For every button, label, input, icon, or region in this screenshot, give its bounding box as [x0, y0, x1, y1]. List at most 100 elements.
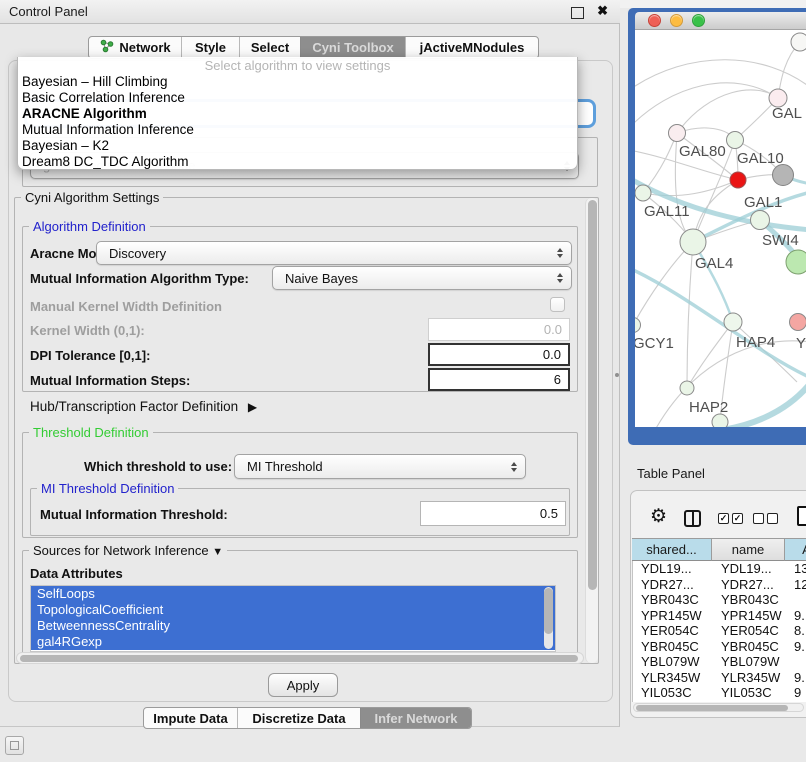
control-panel-title: Control Panel	[0, 4, 88, 19]
table-row[interactable]: YDR27...YDR27...12	[633, 577, 806, 593]
table-row[interactable]: YIL053CYIL053C9	[633, 685, 806, 701]
column-header-2[interactable]: name	[712, 538, 785, 561]
tab-label: jActiveMNodules	[420, 40, 525, 55]
table-row[interactable]: YBL079WYBL079W	[633, 654, 806, 670]
table-cell: YDL19...	[713, 561, 786, 577]
apply-button[interactable]: Apply	[268, 673, 338, 697]
algorithm-option[interactable]: Dream8 DC_TDC Algorithm	[18, 154, 577, 170]
table-horizontal-scrollbar[interactable]	[633, 703, 804, 712]
network-node-gal4[interactable]	[680, 229, 706, 255]
tab-network[interactable]: Network	[89, 37, 181, 58]
mi-steps-value: 6	[554, 372, 561, 387]
hub-section-toggle[interactable]: Hub/Transcription Factor Definition ▶	[30, 399, 257, 414]
network-node-gcy1[interactable]	[635, 318, 641, 333]
table-row[interactable]: YBR045CYBR045C9.	[633, 639, 806, 655]
tab-infer-network[interactable]: Infer Network	[360, 708, 471, 728]
network-window-titlebar[interactable]	[635, 12, 806, 30]
table-cell: YBR043C	[713, 592, 786, 608]
network-node-hap4[interactable]	[724, 313, 742, 331]
tab-label: Style	[195, 40, 226, 55]
restore-panel-button[interactable]	[5, 736, 24, 755]
aracne-mode-select[interactable]: Discovery	[96, 241, 572, 265]
table-cell: YER054C	[633, 623, 713, 639]
attribute-list-item[interactable]: SelfLoops	[31, 586, 555, 602]
column-header-3[interactable]: A	[785, 538, 806, 561]
network-node-gal1[interactable]	[730, 172, 746, 188]
network-node-label: GAL	[772, 105, 802, 122]
unselect-all-icon[interactable]	[753, 513, 778, 524]
table-row[interactable]: YDL19...YDL19...13	[633, 561, 806, 577]
attribute-list-item[interactable]: gal4RGexp	[31, 634, 555, 650]
network-node-gal80[interactable]	[669, 125, 686, 142]
attributes-list-scrollbar[interactable]	[544, 587, 553, 649]
network-node-gal10[interactable]	[727, 132, 744, 149]
table-row[interactable]: YER054CYER054C8.	[633, 623, 806, 639]
kernel-width-field[interactable]: 0.0	[428, 318, 570, 341]
mi-steps-label: Mutual Information Steps:	[30, 373, 190, 388]
expanded-arrow-icon: ▼	[212, 546, 223, 558]
table-cell: 12	[786, 577, 806, 593]
algorithm-option[interactable]: ARACNE Algorithm	[18, 106, 577, 122]
tab-cyni-toolbox[interactable]: Cyni Toolbox	[300, 37, 405, 58]
network-node-hap2[interactable]	[680, 381, 694, 395]
algorithm-option[interactable]: Bayesian – K2	[18, 138, 577, 154]
network-node[interactable]	[712, 414, 728, 427]
network-node[interactable]	[773, 165, 794, 186]
panel-divider-handle[interactable]	[615, 373, 619, 377]
network-node-y[interactable]	[790, 314, 806, 331]
network-edge	[643, 133, 677, 193]
attribute-list-item[interactable]: BetweennessCentrality	[31, 618, 555, 634]
attribute-list-item[interactable]: TopologicalCoefficient	[31, 602, 555, 618]
tab-discretize-data[interactable]: Discretize Data	[237, 708, 360, 728]
tab-select[interactable]: Select	[239, 37, 300, 58]
network-edge	[635, 242, 693, 325]
table-cell: YIL053C	[713, 685, 786, 701]
dpi-tolerance-field[interactable]: 0.0	[428, 343, 570, 366]
network-node[interactable]	[786, 250, 806, 274]
minimize-yellow-icon[interactable]	[670, 14, 683, 27]
mi-steps-field[interactable]: 6	[428, 368, 570, 391]
network-icon	[99, 39, 114, 56]
tab-impute-data[interactable]: Impute Data	[144, 708, 237, 728]
close-icon[interactable]: ✖	[597, 3, 608, 19]
data-attributes-list[interactable]: SelfLoopsTopologicalCoefficientBetweenne…	[30, 585, 556, 652]
algorithm-option[interactable]: Basic Correlation Inference	[18, 90, 577, 106]
table-row[interactable]: YPR145WYPR145W9.	[633, 608, 806, 624]
tab-label: Network	[119, 40, 170, 55]
network-canvas[interactable]: GALGAL80GAL10GAL1GAL11SWI4GAL4GCY1HAP4YH…	[635, 30, 806, 427]
algorithm-definition-title: Algorithm Definition	[29, 219, 150, 234]
algorithm-option[interactable]: Mutual Information Inference	[18, 122, 577, 138]
network-edge	[687, 322, 733, 388]
table-row[interactable]: YLR345WYLR345W9.	[633, 670, 806, 686]
tab-style[interactable]: Style	[181, 37, 239, 58]
table-cell: YPR145W	[633, 608, 713, 624]
settings-vertical-scrollbar[interactable]	[585, 198, 598, 663]
table-row[interactable]: YBR043CYBR043C	[633, 592, 806, 608]
settings-horizontal-scrollbar[interactable]	[16, 652, 584, 664]
table-cell: 9.	[786, 608, 806, 624]
algorithm-option[interactable]: Bayesian – Hill Climbing	[18, 74, 577, 90]
zoom-green-icon[interactable]	[692, 14, 705, 27]
which-threshold-select[interactable]: MI Threshold	[234, 454, 526, 479]
network-node-gal11[interactable]	[635, 185, 651, 201]
sources-group-title[interactable]: Sources for Network Inference ▼	[29, 543, 227, 558]
close-red-icon[interactable]	[648, 14, 661, 27]
split-table-icon[interactable]	[684, 510, 701, 527]
apply-button-label: Apply	[287, 678, 320, 693]
mi-threshold-field[interactable]: 0.5	[420, 501, 566, 526]
mi-type-select[interactable]: Naive Bayes	[272, 266, 572, 290]
tab-jactivemnodules[interactable]: jActiveMNodules	[405, 37, 538, 58]
panel-icon	[10, 741, 19, 750]
float-window-icon[interactable]	[571, 7, 584, 19]
which-threshold-label: Which threshold to use:	[84, 459, 232, 474]
settings-gear-icon[interactable]: ⚙	[650, 507, 667, 527]
document-icon[interactable]	[797, 506, 806, 526]
control-panel-titlebar: Control Panel ✖	[0, 0, 620, 24]
network-node-swi4[interactable]	[751, 211, 770, 230]
tab-label: Infer Network	[374, 711, 457, 726]
select-all-icon[interactable]: ✓✓	[718, 513, 743, 524]
manual-kernel-checkbox[interactable]	[550, 297, 565, 312]
column-header-1[interactable]: shared...	[632, 538, 712, 561]
table-cell: YBR043C	[633, 592, 713, 608]
network-node[interactable]	[791, 33, 806, 51]
